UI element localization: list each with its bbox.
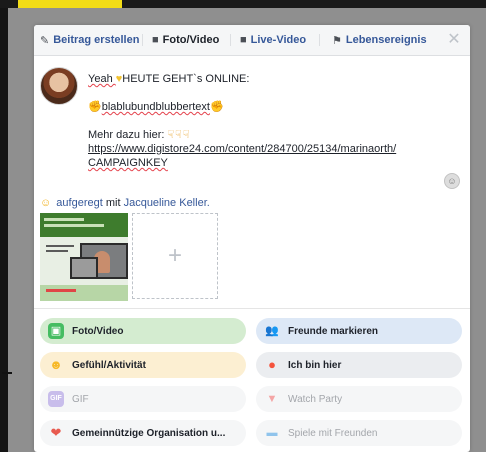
option-tag-friends[interactable]: 👥 Freunde markieren bbox=[256, 318, 462, 344]
tab-live-video[interactable]: ■ Live-Video bbox=[240, 25, 306, 55]
plus-icon: + bbox=[167, 242, 182, 269]
fundraiser-icon: ❤ bbox=[50, 425, 62, 440]
photo-thumbnail[interactable] bbox=[40, 213, 128, 301]
post-line-1: Yeah ♥HEUTE GEHT`s ONLINE: bbox=[88, 72, 448, 86]
watch-party-icon: ▼ bbox=[266, 393, 278, 405]
tab-divider bbox=[230, 34, 231, 46]
option-label: Ich bin hier bbox=[288, 359, 342, 371]
feeling-line: ☺ aufgeregt mit Jacqueline Keller. bbox=[40, 197, 210, 209]
post-line-2: ✊blablubundblubbertext✊ bbox=[88, 100, 448, 114]
location-icon: ● bbox=[268, 357, 276, 372]
photo-video-icon: ▣ bbox=[48, 323, 64, 339]
post-link-url: https://www.digistore24.com/content/2847… bbox=[88, 143, 397, 155]
create-post-dialog: ✎ Beitrag erstellen ■ Foto/Video ■ Live-… bbox=[34, 25, 470, 452]
feeling-mood[interactable]: aufgeregt bbox=[56, 197, 102, 209]
tab-label: Lebensereignis bbox=[345, 34, 427, 46]
option-feeling-activity[interactable]: ☻ Gefühl/Aktivität bbox=[40, 352, 246, 378]
option-photo-video[interactable]: ▣ Foto/Video bbox=[40, 318, 246, 344]
feeling-icon: ☻ bbox=[49, 357, 63, 372]
tagged-person[interactable]: Jacqueline Keller. bbox=[124, 197, 210, 209]
flag-icon: ⚑ bbox=[332, 34, 342, 47]
tab-life-event[interactable]: ⚑ Lebensereignis bbox=[332, 25, 427, 55]
tab-divider bbox=[319, 34, 320, 46]
pointing-down-icon: ☟☟☟ bbox=[167, 129, 191, 141]
tab-create-post[interactable]: ✎ Beitrag erstellen bbox=[40, 25, 139, 55]
divider bbox=[34, 308, 470, 309]
tab-bar: ✎ Beitrag erstellen ■ Foto/Video ■ Live-… bbox=[34, 25, 470, 56]
tab-label: Beitrag erstellen bbox=[53, 34, 140, 46]
live-video-icon: ■ bbox=[240, 34, 247, 46]
add-photo-button[interactable]: + bbox=[132, 213, 218, 299]
post-text-more: Mehr dazu hier: bbox=[88, 129, 168, 141]
option-label: Gemeinnützige Organisation u... bbox=[72, 427, 226, 439]
background-mark bbox=[2, 372, 12, 374]
camera-icon: ■ bbox=[152, 34, 159, 46]
muscle-icon: ✊ bbox=[209, 101, 224, 113]
post-link-2: CAMPAIGNKEY bbox=[88, 156, 448, 170]
muscle-icon: ✊ bbox=[88, 101, 102, 113]
games-icon: ▬ bbox=[266, 427, 278, 439]
option-label: Spiele mit Freunden bbox=[288, 427, 378, 439]
option-label: Freunde markieren bbox=[288, 325, 379, 337]
post-text-yeah: Yeah bbox=[88, 73, 116, 85]
option-check-in[interactable]: ● Ich bin hier bbox=[256, 352, 462, 378]
option-games[interactable]: ▬ Spiele mit Freunden bbox=[256, 420, 462, 446]
tab-label: Foto/Video bbox=[162, 34, 220, 46]
tab-divider bbox=[142, 34, 143, 46]
option-label: Watch Party bbox=[288, 393, 343, 405]
post-textarea[interactable]: Yeah ♥HEUTE GEHT`s ONLINE: ✊blablubundbl… bbox=[88, 72, 448, 170]
post-line-3: Mehr dazu hier: ☟☟☟ bbox=[88, 128, 448, 142]
post-link-campaignkey: CAMPAIGNKEY bbox=[88, 157, 168, 169]
option-label: Foto/Video bbox=[72, 325, 124, 337]
tab-label: Live-Video bbox=[250, 34, 307, 46]
option-fundraiser[interactable]: ❤ Gemeinnützige Organisation u... bbox=[40, 420, 246, 446]
emoji-picker-icon[interactable]: ☺ bbox=[444, 173, 460, 189]
background-highlight bbox=[18, 0, 122, 8]
tag-friends-icon: 👥 bbox=[265, 325, 279, 337]
background-left bbox=[0, 8, 8, 452]
option-watch-party[interactable]: ▼ Watch Party bbox=[256, 386, 462, 412]
excited-face-icon: ☺ bbox=[40, 197, 52, 209]
post-link: https://www.digistore24.com/content/2847… bbox=[88, 142, 448, 156]
tab-photo-video[interactable]: ■ Foto/Video bbox=[152, 25, 219, 55]
close-icon[interactable]: ✕ bbox=[444, 30, 464, 50]
avatar bbox=[40, 67, 78, 105]
post-text-placeholder: blablubundblubbertext bbox=[101, 101, 210, 113]
option-gif[interactable]: GIF GIF bbox=[40, 386, 246, 412]
pencil-icon: ✎ bbox=[40, 34, 50, 47]
option-label: Gefühl/Aktivität bbox=[72, 359, 146, 371]
gif-icon: GIF bbox=[48, 391, 64, 407]
feeling-with: mit bbox=[105, 197, 121, 209]
post-text-heading: HEUTE GEHT`s ONLINE: bbox=[122, 73, 250, 85]
option-label: GIF bbox=[72, 393, 89, 405]
